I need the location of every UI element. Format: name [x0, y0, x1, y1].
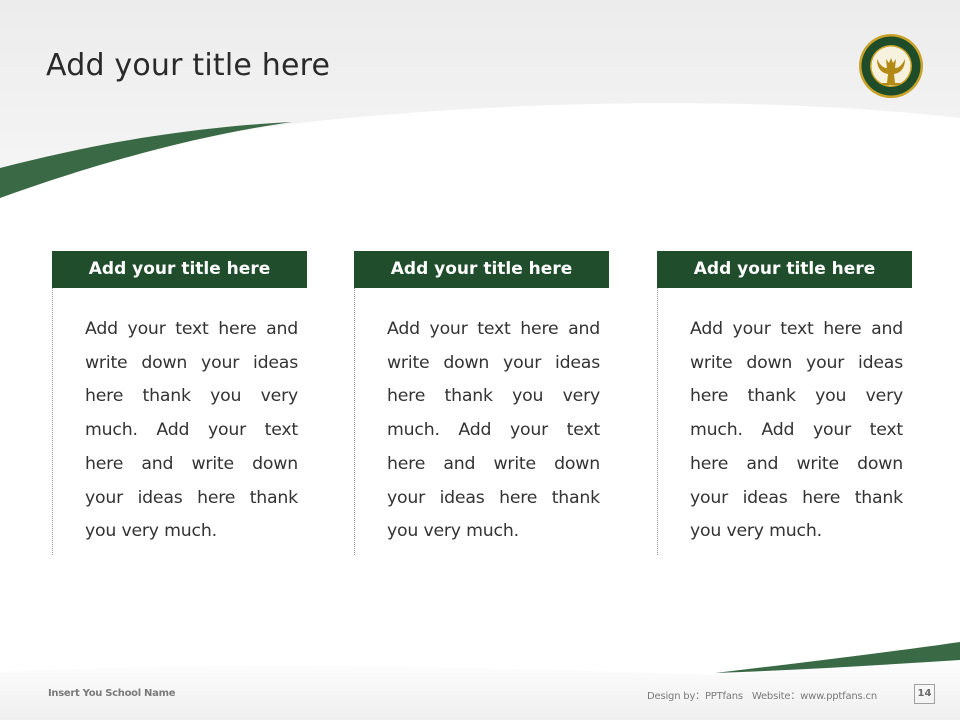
footer-design-credit: Design by：PPTfans Website：www.pptfans.cn: [647, 691, 877, 702]
card-body: Add your text here and write down your i…: [657, 288, 912, 555]
card-text: Add your text here and write down your i…: [690, 319, 903, 542]
card-title: Add your title here: [354, 251, 609, 288]
card-title: Add your title here: [657, 251, 912, 288]
card-text: Add your text here and write down your i…: [387, 319, 600, 542]
card-text: Add your text here and write down your i…: [85, 319, 298, 542]
content-card: Add your title here Add your text here a…: [52, 251, 307, 555]
footer-school-name: Insert You School Name: [48, 688, 176, 699]
card-body: Add your text here and write down your i…: [354, 288, 609, 555]
page-title: Add your title here: [46, 48, 331, 83]
top-gray-band: [0, 0, 960, 198]
page-number: 14: [914, 684, 935, 704]
university-seal-icon: [859, 34, 923, 98]
content-card: Add your title here Add your text here a…: [354, 251, 609, 555]
content-card: Add your title here Add your text here a…: [657, 251, 912, 555]
card-title: Add your title here: [52, 251, 307, 288]
card-body: Add your text here and write down your i…: [52, 288, 307, 555]
